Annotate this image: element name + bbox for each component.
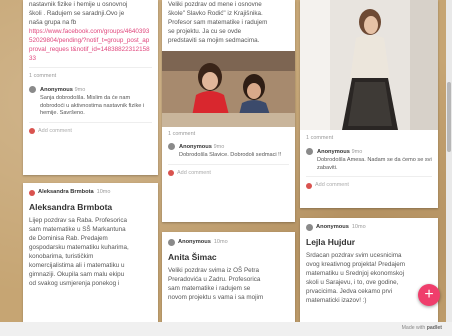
comment-author: Anonymous <box>179 144 212 150</box>
post-body: Veliki pozdrav od mene i osnovne škole" … <box>168 1 268 44</box>
post-author: Anonymous 10mo <box>306 223 432 232</box>
author-avatar <box>306 224 313 231</box>
post-card-slavica[interactable]: Veliki pozdrav od mene i osnovne škole" … <box>162 0 295 222</box>
add-post-button[interactable]: + <box>418 284 440 306</box>
post-title: Aleksandra Brmbota <box>29 202 113 212</box>
post-body: nastavnik fizike i hemije u osnovnoj ško… <box>29 1 128 26</box>
comment: Anonymous 9mo Dobrodošla Amesa. Nadam se… <box>306 147 432 172</box>
comment-time: 9mo <box>213 144 225 150</box>
comment: Anonymous 9mo Dobrodošla Slavice. Dobrod… <box>168 142 289 160</box>
post-photo-amesa[interactable] <box>300 0 438 130</box>
avatar <box>306 148 313 155</box>
avatar <box>29 86 36 93</box>
comment-text: Dobrodošla Amesa. Nadam se da ćemo se sv… <box>317 157 432 171</box>
author-avatar <box>29 189 35 196</box>
post-card-anita[interactable]: Anonymous 10mo Anita Šimac Veliki pozdra… <box>162 232 295 323</box>
footer-bar: Made with padlet <box>0 322 452 336</box>
post-photo-students[interactable] <box>162 51 295 127</box>
divider <box>29 121 152 123</box>
classroom-photo <box>162 51 295 127</box>
divider <box>29 67 152 68</box>
user-avatar-icon <box>29 128 35 134</box>
author-avatar <box>168 239 175 246</box>
post-body: Veliki pozdrav svima iz OŠ Petra Prerado… <box>168 267 264 301</box>
user-avatar-icon <box>306 182 312 189</box>
add-comment-button[interactable]: Add comment <box>29 127 152 136</box>
comment-time: 9mo <box>351 149 363 155</box>
comments-count[interactable]: 1 comment <box>168 130 289 139</box>
divider <box>168 163 289 165</box>
comments-count[interactable]: 1 comment <box>306 134 432 143</box>
post-card-sanja[interactable]: nastavnik fizike i hemije u osnovnoj ško… <box>23 0 158 175</box>
divider <box>306 176 432 177</box>
facebook-group-link[interactable]: https://www.facebook.com/groups/46403935… <box>29 27 152 63</box>
comment-text: Dobrodošla Slavice. Dobrodoli sedmaci !! <box>179 152 282 158</box>
comments-count[interactable]: 1 comment <box>29 72 152 81</box>
add-comment-button[interactable]: Add comment <box>306 181 432 190</box>
post-card-lejla[interactable]: Anonymous 10mo Lejla Hujdur Srdacan pozd… <box>300 218 438 323</box>
add-comment-button[interactable]: Add comment <box>168 169 289 178</box>
post-card-amesa[interactable]: 1 comment Anonymous 9mo Dobrodošla Amesa… <box>300 0 438 208</box>
post-title: Anita Šimac <box>168 252 217 262</box>
comment-time: 9mo <box>74 87 86 93</box>
comment: Anonymous 9mo Sanja dobrodošla. Mislim d… <box>29 85 152 118</box>
post-author: Aleksandra Brmbota 10mo <box>29 188 152 197</box>
post-body: Lijep pozdrav sa Raba. Profesorica sam m… <box>29 217 129 287</box>
comment-author: Anonymous <box>40 87 73 93</box>
avatar <box>168 143 175 150</box>
post-card-aleksandra[interactable]: Aleksandra Brmbota 10mo Aleksandra Brmbo… <box>23 183 158 323</box>
made-with-padlet[interactable]: Made with padlet <box>402 325 442 331</box>
user-avatar-icon <box>168 170 174 176</box>
scrollbar-thumb[interactable] <box>447 82 451 152</box>
post-title: Lejla Hujdur <box>306 237 356 247</box>
comment-author: Anonymous <box>317 149 350 155</box>
vertical-scrollbar[interactable] <box>446 0 452 336</box>
portrait-photo <box>300 0 438 130</box>
comment-text: Sanja dobrodošla. Mislim da će nam dobro… <box>40 95 145 116</box>
post-body: Srdacan pozdrav svim ucesnicima ovog kre… <box>306 252 406 304</box>
post-author: Anonymous 10mo <box>168 238 289 247</box>
